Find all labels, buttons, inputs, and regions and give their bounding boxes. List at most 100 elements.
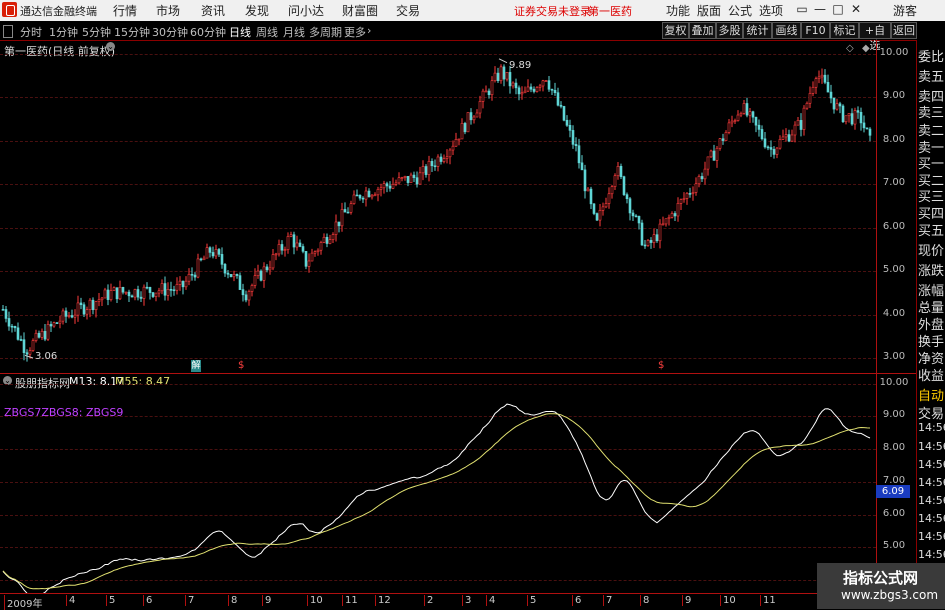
candle-down	[550, 88, 554, 96]
menu-wealth[interactable]: 财富圈	[342, 2, 378, 19]
candle-down	[106, 284, 110, 306]
candle-up	[103, 287, 107, 299]
period-tab-5min[interactable]: 5分钟	[82, 24, 111, 40]
restore-icon[interactable]: ▭	[795, 2, 809, 16]
side-panel-label[interactable]: 14:56	[918, 548, 945, 561]
price-tick-label: 3.00	[882, 351, 906, 362]
login-notice[interactable]: 证券交易未登录	[514, 3, 591, 19]
side-panel-label[interactable]: 14:56	[918, 440, 945, 453]
period-tab-15min[interactable]: 15分钟	[114, 24, 150, 40]
side-panel-label[interactable]: 14:56	[918, 512, 945, 525]
side-panel-label[interactable]: 买五	[918, 220, 945, 239]
side-panel-label[interactable]: 14:56	[918, 458, 945, 471]
time-axis-label: 2009年	[4, 595, 42, 610]
back-button[interactable]: 返回	[891, 22, 917, 39]
period-tab-more[interactable]: 更多	[344, 24, 366, 40]
candle-down	[517, 85, 521, 101]
candle-down	[235, 273, 239, 279]
adjust-button[interactable]: 复权	[662, 22, 689, 39]
candle-up	[289, 231, 293, 238]
draw-line-button[interactable]: 画线	[772, 22, 801, 39]
side-panel-label[interactable]: 卖五	[918, 66, 945, 85]
chevron-right-icon[interactable]: ›	[367, 24, 371, 37]
side-panel-label[interactable]: 收益	[918, 365, 945, 384]
side-panel-label[interactable]: 自动	[918, 385, 945, 404]
candle-up	[646, 239, 650, 247]
candle-down	[367, 188, 371, 198]
candle-down	[640, 219, 644, 246]
mark-button[interactable]: 标记	[830, 22, 859, 39]
overlay-button[interactable]: 叠加	[689, 22, 716, 39]
candle-up	[844, 115, 848, 125]
candle-up	[499, 64, 503, 84]
candle-up	[283, 246, 287, 257]
candle-down	[151, 292, 155, 299]
candle-down	[439, 153, 443, 165]
period-tab-60min[interactable]: 60分钟	[190, 24, 226, 40]
time-axis-label: 2	[424, 595, 433, 606]
multi-stock-button[interactable]: 多股	[716, 22, 743, 39]
candle-up	[505, 72, 509, 82]
side-panel-label[interactable]: 14:56	[918, 476, 945, 489]
candle-down	[37, 330, 41, 339]
dividend-marker[interactable]: $	[658, 360, 664, 371]
candle-up	[538, 83, 542, 92]
side-panel-label[interactable]: 委比	[918, 46, 945, 65]
maximize-icon[interactable]: □	[831, 2, 845, 16]
candle-up	[694, 177, 698, 196]
dividend-marker[interactable]: $	[238, 360, 244, 371]
unlock-marker[interactable]: 解	[191, 360, 201, 372]
candle-up	[67, 312, 71, 319]
side-panel-label[interactable]: 14:56	[918, 421, 945, 434]
menu-layout[interactable]: 版面	[697, 2, 721, 19]
stats-button[interactable]: 统计	[743, 22, 772, 39]
menu-trade[interactable]: 交易	[396, 2, 420, 19]
side-panel-label[interactable]: 卖三	[918, 102, 945, 121]
guest-label[interactable]: 游客	[893, 2, 917, 19]
price-tick-label: 6.00	[882, 220, 906, 232]
low-price-label: 3.06	[35, 351, 58, 362]
close-icon[interactable]: ✕	[849, 2, 863, 16]
candle-down	[241, 283, 245, 302]
candle-down	[766, 145, 770, 151]
side-panel-label[interactable]: 14:56	[918, 494, 945, 507]
candle-up	[682, 192, 686, 203]
period-tab-30min[interactable]: 30分钟	[152, 24, 188, 40]
side-panel-label[interactable]: 14:56	[918, 530, 945, 543]
f10-button[interactable]: F10	[801, 22, 830, 39]
side-panel-label[interactable]: 现价	[918, 240, 945, 259]
candle-down	[829, 84, 833, 104]
period-tab-intraday[interactable]: 分时	[20, 24, 42, 40]
menu-quotes[interactable]: 行情	[113, 2, 137, 19]
menu-formula[interactable]: 公式	[728, 2, 752, 19]
period-tab-daily[interactable]: 日线	[229, 24, 251, 40]
candle-up	[703, 161, 707, 185]
period-tab-1min[interactable]: 1分钟	[49, 24, 78, 40]
candle-up	[364, 186, 368, 207]
side-panel-label[interactable]: 交易	[918, 403, 945, 422]
period-toolbar: 分时 1分钟 5分钟 15分钟 30分钟 60分钟 日线 周线 月线 多周期 更…	[0, 21, 945, 52]
menu-news[interactable]: 资讯	[201, 2, 225, 19]
high-pointer	[498, 58, 508, 64]
minimize-icon[interactable]: —	[813, 2, 827, 16]
candle-down	[199, 257, 203, 262]
collapse-icon[interactable]	[3, 25, 13, 38]
period-tab-multi[interactable]: 多周期	[309, 24, 342, 40]
menu-function[interactable]: 功能	[666, 2, 690, 19]
menu-options[interactable]: 选项	[759, 2, 783, 19]
candle-up	[610, 185, 614, 199]
menu-market[interactable]: 市场	[156, 2, 180, 19]
period-tab-monthly[interactable]: 月线	[283, 24, 305, 40]
candle-up	[847, 113, 851, 123]
candle-down	[238, 272, 242, 290]
candle-down	[496, 67, 500, 84]
menu-discover[interactable]: 发现	[245, 2, 269, 19]
candle-up	[157, 287, 161, 298]
add-watchlist-button[interactable]: +自选	[859, 22, 891, 52]
period-tab-weekly[interactable]: 周线	[256, 24, 278, 40]
side-panel-label[interactable]: 涨跌	[918, 260, 945, 279]
candle-down	[355, 189, 359, 197]
site-watermark: 指标公式网 www.zbgs3.com	[817, 563, 945, 609]
menu-ask[interactable]: 问小达	[288, 2, 324, 19]
candle-down	[574, 137, 578, 152]
